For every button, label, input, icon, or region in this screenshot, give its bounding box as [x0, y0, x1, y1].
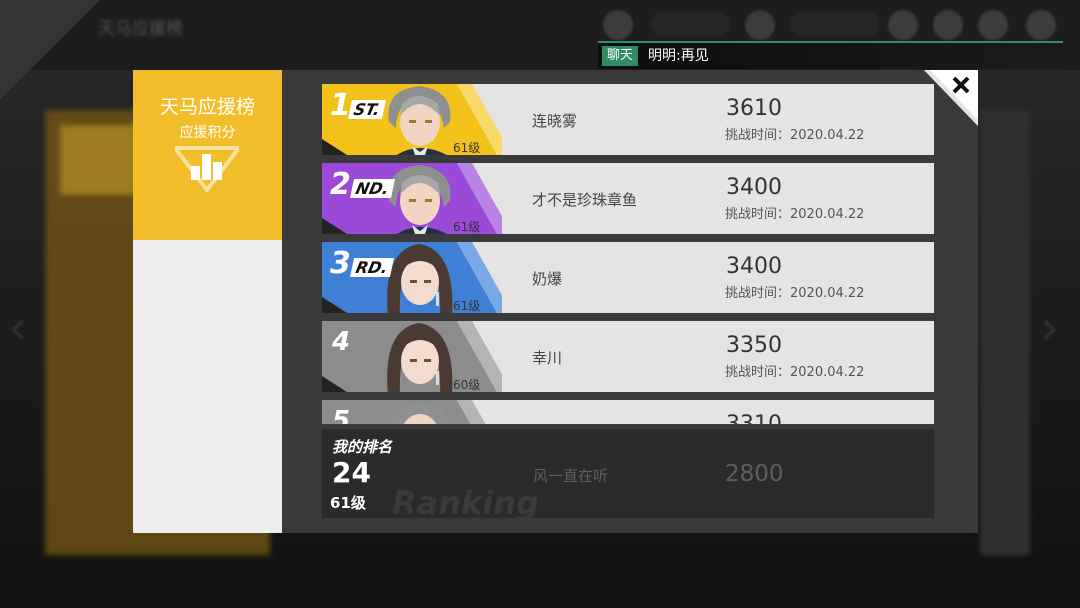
background-icon [1026, 10, 1056, 40]
background-currency-pill [650, 12, 730, 36]
my-rank-number: 24 [332, 456, 371, 489]
player-avatar [388, 402, 450, 424]
ranking-emblem-icon [175, 146, 239, 192]
background-back-button [0, 0, 100, 100]
background-right-arrow-icon: › [1040, 300, 1060, 356]
background-icon [978, 10, 1008, 40]
player-score: 3310 [726, 412, 782, 424]
challenge-time: 挑战时间：2020.04.22 [725, 128, 865, 143]
rank-suffix: ND. [349, 179, 395, 198]
player-name: 幸川 [532, 349, 563, 367]
player-level: 61级 [453, 299, 481, 313]
rank-suffix: RD. [349, 258, 394, 277]
chat-bar[interactable]: 聊天 明明:再见 [598, 41, 1063, 69]
background-icon [745, 10, 775, 40]
rank-number: 5 [332, 406, 351, 424]
background-icon [603, 10, 633, 40]
player-score: 3610 [726, 96, 782, 121]
my-level: 61级 [330, 494, 366, 512]
challenge-time: 挑战时间：2020.04.22 [725, 286, 865, 301]
sidebar-subtitle: 应援积分 [179, 125, 236, 141]
player-level: 60级 [453, 378, 481, 392]
ranking-watermark: Ranking [392, 484, 539, 522]
background-currency-pill [790, 12, 880, 36]
background-title: 天马应援榜 [98, 19, 183, 39]
sidebar-tab-support-points[interactable]: 天马应援榜 应援积分 [133, 70, 282, 240]
background-icon [933, 10, 963, 40]
my-name: 风一直在听 [533, 467, 609, 485]
leaderboard-panel: 天马应援榜 应援积分 1 ST. 61级 连晓雾 3610 挑战时间：2020.… [133, 70, 978, 533]
leaderboard-row[interactable]: 2 ND. 61级 才不是珍珠章鱼 3400 挑战时间：2020.04.22 [322, 163, 934, 234]
sidebar-title: 天马应援榜 [159, 96, 255, 118]
chat-tag[interactable]: 聊天 [602, 46, 639, 66]
background-left-arrow-icon: ‹ [8, 300, 28, 356]
challenge-time: 挑战时间：2020.04.22 [725, 365, 865, 380]
leaderboard-row[interactable]: 1 ST. 61级 连晓雾 3610 挑战时间：2020.04.22 [322, 84, 934, 155]
leaderboard-row[interactable]: 4 60级 幸川 3350 挑战时间：2020.04.22 [322, 321, 934, 392]
leaderboard-list[interactable]: 1 ST. 61级 连晓雾 3610 挑战时间：2020.04.22 2 ND.… [322, 84, 934, 424]
player-level: 61级 [453, 141, 481, 155]
leaderboard-row[interactable]: 3 RD. 61级 奶爆 3400 挑战时间：2020.04.22 [322, 242, 934, 313]
rank-number: 3 [330, 246, 351, 281]
player-score: 3400 [726, 175, 782, 200]
rank-suffix: ST. [347, 100, 386, 119]
chat-message: 明明:再见 [648, 48, 709, 64]
challenge-time: 挑战时间：2020.04.22 [725, 207, 865, 222]
player-score: 3400 [726, 254, 782, 279]
player-level: 61级 [453, 220, 481, 234]
player-name: 才不是珍珠章鱼 [532, 191, 638, 209]
player-score: 3350 [726, 333, 782, 358]
player-avatar [388, 86, 451, 155]
leaderboard-sidebar: 天马应援榜 应援积分 [133, 70, 282, 533]
player-avatar [388, 165, 451, 234]
player-avatar [387, 244, 453, 313]
leaderboard-row[interactable]: 5 3310 [322, 400, 934, 424]
my-rank-label: 我的排名 [332, 438, 393, 456]
my-rank-bar: Ranking 我的排名 24 61级 风一直在听 2800 [322, 429, 934, 522]
player-name: 连晓雾 [532, 112, 578, 130]
rank-number: 2 [330, 167, 351, 202]
player-name: 奶爆 [532, 270, 563, 288]
my-score: 2800 [725, 461, 784, 487]
rank-number: 4 [332, 327, 351, 357]
background-icon [888, 10, 918, 40]
background-event-card-art [60, 125, 140, 195]
player-avatar [387, 323, 453, 392]
background-side-panel [980, 110, 1030, 555]
